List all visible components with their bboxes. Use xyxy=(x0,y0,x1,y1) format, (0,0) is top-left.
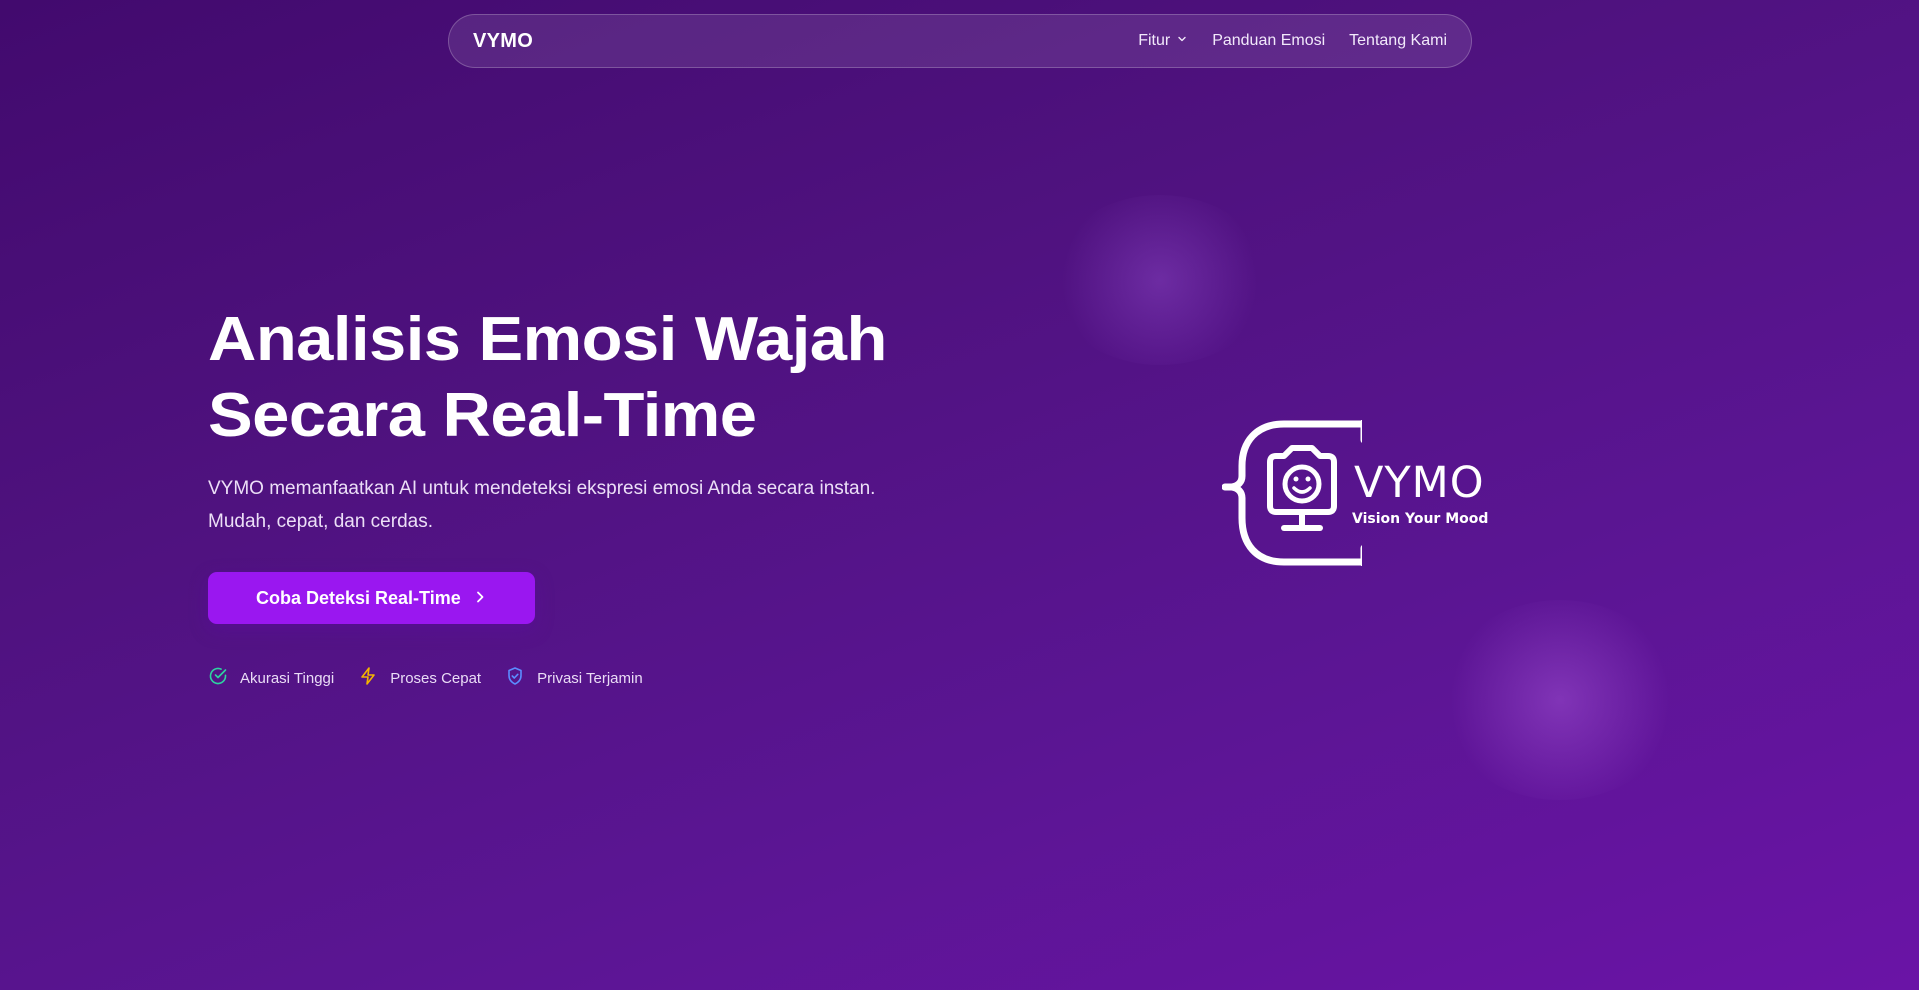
nav-item-tentang-kami[interactable]: Tentang Kami xyxy=(1349,32,1447,50)
feature-speed: Proses Cepat xyxy=(358,666,481,690)
feature-label: Privasi Terjamin xyxy=(537,669,643,687)
brand-logo-text[interactable]: VYMO xyxy=(473,30,533,53)
lightning-icon xyxy=(358,666,378,690)
background-glow xyxy=(1440,600,1680,800)
feature-label: Akurasi Tinggi xyxy=(240,669,335,687)
feature-list: Akurasi Tinggi Proses Cepat Privasi Terj… xyxy=(208,666,643,690)
nav-item-label: Fitur xyxy=(1138,32,1171,49)
background-glow xyxy=(1050,195,1270,365)
chevron-down-icon xyxy=(1176,32,1188,50)
feature-accuracy: Akurasi Tinggi xyxy=(208,666,334,690)
hero-subtitle: VYMO memanfaatkan AI untuk mendeteksi ek… xyxy=(208,478,876,532)
try-realtime-detection-button[interactable]: Coba Deteksi Real-Time xyxy=(208,572,535,624)
hero-title: Analisis Emosi Wajah Secara Real-Time xyxy=(208,302,986,454)
check-circle-icon xyxy=(208,666,228,690)
navbar: VYMO Fitur Panduan Emosi Tentang Kami xyxy=(448,14,1472,68)
camera-face-icon xyxy=(1222,420,1362,566)
nav-item-label: Tentang Kami xyxy=(1349,32,1447,49)
nav-links: Fitur Panduan Emosi Tentang Kami xyxy=(1138,32,1447,50)
hero-title-line-1: Analisis Emosi Wajah xyxy=(208,305,887,374)
logo-wordmark: VYMO xyxy=(1354,458,1485,508)
hero-title-line-2: Secara Real-Time xyxy=(208,381,757,450)
feature-privacy: Privasi Terjamin xyxy=(505,666,643,690)
vymo-logo: VYMO Vision Your Mood xyxy=(1222,420,1488,566)
shield-check-icon xyxy=(505,666,525,690)
feature-label: Proses Cepat xyxy=(390,669,482,687)
nav-item-fitur[interactable]: Fitur xyxy=(1138,32,1188,50)
hero-section: Analisis Emosi Wajah Secara Real-Time VY… xyxy=(208,302,928,624)
chevron-right-icon xyxy=(473,588,487,609)
logo-tagline: Vision Your Mood xyxy=(1352,511,1489,527)
nav-item-panduan-emosi[interactable]: Panduan Emosi xyxy=(1212,32,1325,50)
cta-label: Coba Deteksi Real-Time xyxy=(256,587,461,608)
nav-item-label: Panduan Emosi xyxy=(1212,32,1326,49)
